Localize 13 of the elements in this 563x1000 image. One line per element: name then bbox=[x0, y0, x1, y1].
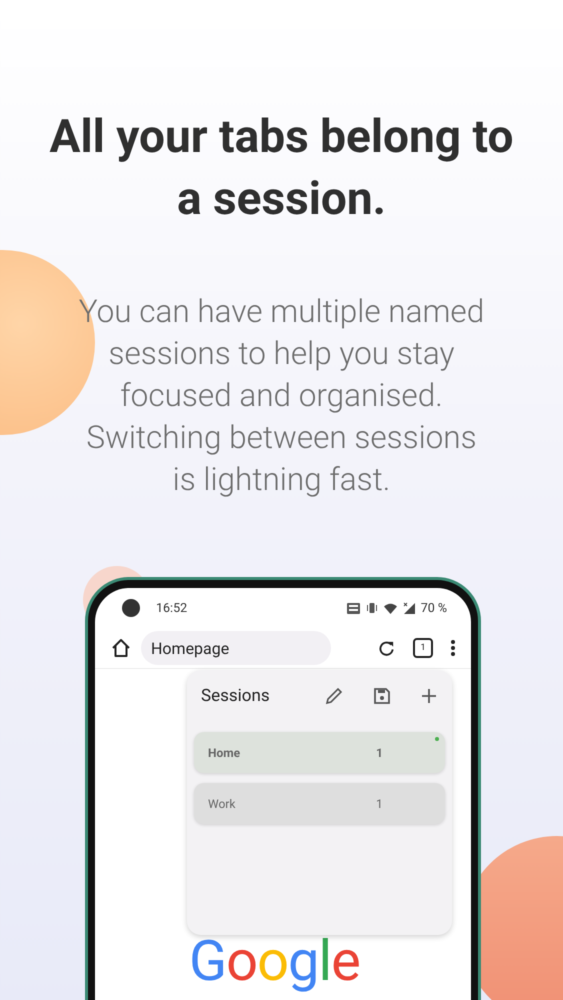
session-tab-count: 1 bbox=[376, 746, 383, 760]
logo: Google bbox=[189, 931, 360, 991]
session-name: Work bbox=[208, 796, 236, 810]
session-item[interactable]: Work 1 bbox=[194, 783, 445, 824]
session-name: Home bbox=[208, 746, 242, 760]
battery-level: 70 % bbox=[420, 600, 447, 616]
address-field[interactable]: Homepage bbox=[141, 631, 331, 665]
tab-count-button[interactable]: 1 bbox=[413, 638, 433, 658]
headline: All your tabs belong to a session. bbox=[48, 109, 514, 228]
session-item[interactable]: Home 1 bbox=[194, 732, 445, 773]
panel-title: Sessions bbox=[201, 686, 271, 706]
session-tab-count: 1 bbox=[376, 796, 383, 810]
status-time: 16:52 bbox=[156, 600, 188, 616]
